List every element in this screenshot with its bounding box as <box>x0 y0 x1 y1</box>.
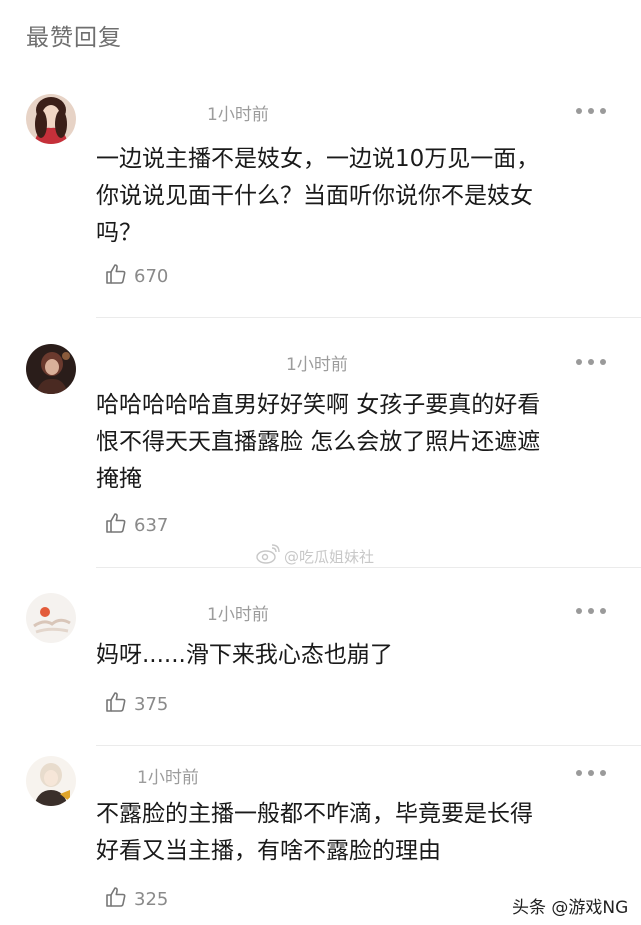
thumbs-up-icon <box>104 885 128 914</box>
more-dots-icon[interactable] <box>576 106 606 116</box>
like-count: 670 <box>134 266 169 287</box>
comment-time: 1小时前 <box>286 355 348 375</box>
comment-divider <box>96 317 641 318</box>
comment-line: 恨不得天天直播露脸 怎么会放了照片还遮遮 <box>96 429 541 455</box>
comment-line: 一边说主播不是妓女，一边说10万见一面， <box>96 146 540 172</box>
watermark: @吃瓜姐妹社 <box>256 544 374 568</box>
user-avatar[interactable] <box>26 344 76 394</box>
comment-divider <box>96 745 641 746</box>
comment-time: 1小时前 <box>207 105 269 125</box>
like-button[interactable]: 637 <box>104 511 168 540</box>
footer-brand: 头条 @游戏NG <box>512 898 629 918</box>
comment-text: 哈哈哈哈哈直男好好笑啊 女孩子要真的好看 恨不得天天直播露脸 怎么会放了照片还遮… <box>96 387 616 498</box>
like-count: 637 <box>134 515 169 536</box>
more-dots-icon[interactable] <box>576 357 606 367</box>
watermark-text: @吃瓜姐妹社 <box>284 547 375 566</box>
section-title: 最赞回复 <box>26 25 122 51</box>
weibo-icon <box>256 544 280 568</box>
comment-divider <box>96 567 641 568</box>
comment-line: 好看又当主播，有啥不露脸的理由 <box>96 838 441 864</box>
thumbs-up-icon <box>104 511 128 540</box>
comment-time: 1小时前 <box>137 768 199 788</box>
thumbs-up-icon <box>104 690 128 719</box>
comment-line: 吗？ <box>96 220 142 246</box>
user-avatar[interactable] <box>26 756 76 806</box>
comment-text: 妈呀......滑下来我心态也崩了 <box>96 637 616 674</box>
like-button[interactable]: 375 <box>104 690 168 719</box>
like-count: 325 <box>134 889 169 910</box>
comment-text: 一边说主播不是妓女，一边说10万见一面， 你说说见面干什么？当面听你说你不是妓女… <box>96 141 616 252</box>
comment-time: 1小时前 <box>207 605 269 625</box>
like-button[interactable]: 670 <box>104 262 168 291</box>
more-dots-icon[interactable] <box>576 606 606 616</box>
like-button[interactable]: 325 <box>104 885 168 914</box>
comment-line: 你说说见面干什么？当面听你说你不是妓女 <box>96 183 533 209</box>
user-avatar[interactable] <box>26 593 76 643</box>
comment-line: 哈哈哈哈哈直男好好笑啊 女孩子要真的好看 <box>96 392 541 418</box>
more-dots-icon[interactable] <box>576 768 606 778</box>
thumbs-up-icon <box>104 262 128 291</box>
like-count: 375 <box>134 694 169 715</box>
comment-line: 掩掩 <box>96 466 142 492</box>
comment-line: 妈呀......滑下来我心态也崩了 <box>96 642 393 668</box>
user-avatar[interactable] <box>26 94 76 144</box>
comment-text: 不露脸的主播一般都不咋滴，毕竟要是长得 好看又当主播，有啥不露脸的理由 <box>96 796 616 870</box>
comment-line: 不露脸的主播一般都不咋滴，毕竟要是长得 <box>96 801 533 827</box>
